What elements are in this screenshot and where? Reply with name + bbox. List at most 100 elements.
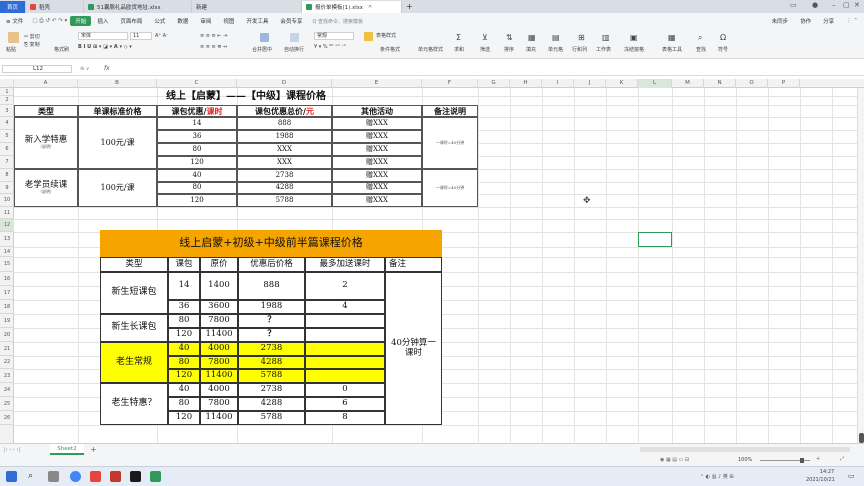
horizontal-scrollbar[interactable] — [640, 447, 850, 452]
maximize-icon[interactable]: ▢ — [843, 1, 850, 9]
find-icon[interactable]: ⌕ — [698, 33, 702, 43]
table1-header-activity[interactable]: 其他活动 — [332, 105, 422, 117]
font-size-select[interactable]: 11 — [130, 32, 152, 40]
table1-remark[interactable]: 一课时=40分钟 — [422, 117, 478, 169]
sheet-nav-icons[interactable]: |‹ ‹ › ›| — [4, 447, 20, 453]
row-header-cell[interactable]: 12 — [0, 219, 14, 232]
table2-cell[interactable] — [305, 369, 385, 383]
table1-header-total[interactable]: 课包优惠总价/元 — [237, 105, 332, 117]
table2-header[interactable]: 课包 — [168, 257, 200, 272]
cell-style-button[interactable]: 单元格样式 — [418, 46, 443, 53]
table2-header[interactable]: 类型 — [100, 257, 168, 272]
tab-quote-template[interactable]: 报价单模板(1).xlsx ✕ — [302, 0, 402, 13]
row-header-cell[interactable]: 19 — [0, 314, 14, 328]
sheet-tab-sheet2[interactable]: Sheet2 — [50, 444, 84, 455]
table2-cell[interactable]: 120 — [168, 369, 200, 383]
rowcol-icon[interactable]: ⊞ — [578, 33, 585, 42]
wps-sheet-icon[interactable] — [150, 471, 161, 482]
table2-header[interactable]: 最多加送课时 — [305, 257, 385, 272]
avatar[interactable]: ● — [812, 1, 818, 9]
app-icon-2[interactable] — [130, 471, 141, 482]
name-box[interactable]: L12 — [2, 65, 72, 73]
task-view-icon[interactable] — [48, 471, 59, 482]
menu-page-layout[interactable]: 页面布局 — [114, 17, 148, 25]
font-family-select[interactable]: 宋体 — [78, 32, 128, 40]
table1-cell[interactable]: 赠XXX — [332, 156, 422, 169]
command-search[interactable]: Q 查找命令、搜索模板 — [308, 17, 363, 26]
table2-cell[interactable]: 4288 — [238, 356, 305, 369]
table-tools-icon[interactable]: ▦ — [668, 33, 676, 42]
table2-cell[interactable]: 2 — [305, 272, 385, 300]
new-tab-plus-icon[interactable]: + — [402, 1, 417, 13]
table2-cell[interactable]: 7800 — [200, 397, 238, 411]
row-header-cell[interactable]: 22 — [0, 356, 14, 369]
row-header-cell[interactable]: 15 — [0, 257, 14, 272]
table1-header-unit-price[interactable]: 单课标准价格 — [78, 105, 157, 117]
table1-cell[interactable]: 赠XXX — [332, 194, 422, 207]
tray-icons[interactable]: ⌃ ◐ ▥ ♪ 英 ⊞ — [700, 473, 734, 480]
table2-cell[interactable]: 40 — [168, 342, 200, 356]
row-header-cell[interactable]: 1 — [0, 88, 14, 96]
row-header-cell[interactable]: 18 — [0, 300, 14, 314]
wrap-icon[interactable] — [290, 33, 299, 42]
tab-new[interactable]: 新建 — [192, 0, 302, 13]
cond-format-button[interactable]: 条件格式 — [380, 46, 400, 53]
table2-cell[interactable]: 8 — [305, 411, 385, 425]
table1-cell[interactable]: 888 — [237, 117, 332, 130]
vertical-scrollbar[interactable] — [857, 88, 864, 443]
paste-button[interactable]: 粘贴 — [6, 46, 16, 53]
zoom-slider-thumb[interactable] — [800, 458, 804, 463]
share-button[interactable]: 分享 — [817, 17, 840, 25]
col-header[interactable]: A — [14, 79, 78, 88]
row-header-cell[interactable]: 8 — [0, 169, 14, 182]
menu-formula[interactable]: 公式 — [148, 17, 171, 25]
sum-icon[interactable]: Σ — [456, 33, 461, 42]
sort-button[interactable]: 排序 — [504, 46, 514, 53]
table2-cell[interactable]: 3600 — [200, 300, 238, 314]
quick-access-icons[interactable]: ▢ ⎙ ↺ ↶ ↷ ▾ — [29, 18, 70, 25]
row-header-cell[interactable]: 17 — [0, 286, 14, 300]
number-format-select[interactable]: 常规 — [314, 32, 354, 40]
table1-cell[interactable]: 赠XXX — [332, 182, 422, 194]
merge-icon[interactable] — [260, 33, 269, 42]
chrome-icon[interactable] — [70, 471, 81, 482]
symbol-button[interactable]: 符号 — [718, 46, 728, 53]
table1-cell[interactable]: XXX — [237, 143, 332, 156]
table1-cell[interactable]: 赠XXX — [332, 130, 422, 143]
col-header-selected[interactable]: L — [638, 79, 672, 88]
table1-cell[interactable]: XXX — [237, 156, 332, 169]
col-header[interactable]: P — [768, 79, 800, 88]
wrap-text-button[interactable]: 自动换行 — [284, 46, 304, 53]
unsynced-status[interactable]: 未同步 — [766, 17, 795, 25]
col-header[interactable]: C — [157, 79, 237, 88]
selected-cell[interactable] — [638, 232, 672, 247]
windows-start-icon[interactable] — [6, 471, 17, 482]
table1-cell[interactable]: 80 — [157, 182, 237, 194]
table2-title[interactable]: 线上启蒙+初级+中级前半篇课程价格 — [100, 230, 442, 257]
cut-button[interactable]: ✂ 剪切 — [24, 33, 40, 40]
row-header-cell[interactable]: 23 — [0, 369, 14, 383]
col-header[interactable]: H — [510, 79, 542, 88]
rowcol-button[interactable]: 行和列 — [572, 46, 587, 53]
table2-header[interactable]: 备注 — [385, 257, 442, 272]
row-header-cell[interactable]: 2 — [0, 96, 14, 105]
table2-cell[interactable]: 7800 — [200, 356, 238, 369]
menu-home[interactable]: 开始 — [70, 16, 92, 26]
table2-group-name[interactable]: 新生长课包 — [100, 314, 168, 342]
more-icon[interactable]: ⋮ ⌃ — [840, 18, 864, 24]
table2-cell[interactable]: 5788 — [238, 411, 305, 425]
tab-home[interactable]: 首页 — [0, 0, 26, 13]
zoom-level[interactable]: 100% — [738, 457, 752, 463]
filter-button[interactable]: 筛选 — [480, 46, 490, 53]
table2-cell[interactable]: 5788 — [238, 369, 305, 383]
table1-cell[interactable]: 120 — [157, 194, 237, 207]
table1-cell[interactable]: 2738 — [237, 169, 332, 182]
col-header[interactable]: E — [332, 79, 422, 88]
table-style-button[interactable]: 表格样式 — [376, 32, 396, 39]
table2-cell[interactable]: 11400 — [200, 328, 238, 342]
row-header-cell[interactable]: 9 — [0, 182, 14, 194]
table1-cell[interactable]: 14 — [157, 117, 237, 130]
table2-cell[interactable]: 2738 — [238, 342, 305, 356]
cell-button[interactable]: 单元格 — [548, 46, 563, 53]
table2-group-name[interactable]: 老生常规 — [100, 342, 168, 383]
